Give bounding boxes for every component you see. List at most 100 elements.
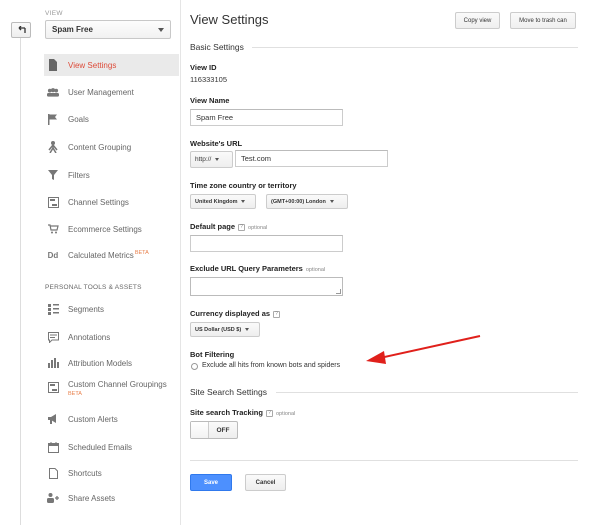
country-value: United Kingdom: [195, 198, 238, 205]
help-icon[interactable]: ?: [273, 311, 281, 318]
default-page-text: Default page: [190, 222, 236, 231]
timezone-label: Time zone country or territory: [190, 181, 297, 190]
channel-icon: [47, 196, 59, 208]
protocol-value: http://: [195, 156, 212, 163]
sidebar-item-label: Annotations: [68, 332, 111, 342]
sidebar-item-view-settings[interactable]: View Settings: [44, 54, 179, 76]
view-selector[interactable]: Spam Free: [45, 20, 171, 39]
sidebar-item-segments[interactable]: Segments: [44, 298, 179, 320]
view-id-value: 116333105: [190, 75, 227, 84]
sidebar-item-share-assets[interactable]: Share Assets: [44, 487, 179, 509]
timezone-value: (GMT+00:00) London: [271, 198, 326, 205]
exclude-params-field[interactable]: [190, 277, 343, 296]
page-title: View Settings: [190, 12, 269, 27]
view-label: VIEW: [45, 10, 63, 17]
sidebar-item-user-management[interactable]: User Management: [44, 81, 179, 103]
view-name-field[interactable]: Spam Free: [190, 109, 343, 126]
view-selector-value: Spam Free: [52, 25, 93, 34]
footer-divider: [190, 460, 578, 461]
sidebar-item-label: Content Grouping: [68, 142, 132, 152]
beta-badge: BETA: [134, 250, 149, 256]
sidebar-item-label: View Settings: [68, 60, 117, 70]
resize-handle-icon[interactable]: [336, 289, 341, 294]
sidebar-item-label: User Management: [68, 87, 134, 97]
segments-icon: [47, 303, 59, 315]
optional-tag: optional: [248, 225, 268, 231]
back-button[interactable]: [11, 22, 31, 38]
currency-text: Currency displayed as: [190, 309, 271, 318]
section-divider: [276, 392, 578, 393]
default-page-field[interactable]: [190, 235, 343, 252]
section-divider: [252, 47, 578, 48]
sidebar-item-label: Filters: [68, 170, 90, 180]
back-arrow-icon: [18, 26, 26, 33]
users-icon: [47, 86, 59, 98]
sidebar-item-label: Scheduled Emails: [68, 442, 133, 452]
currency-dropdown[interactable]: US Dollar (USD $): [190, 322, 260, 337]
website-url-label: Website's URL: [190, 139, 243, 148]
chevron-down-icon: [245, 328, 250, 331]
sidebar-item-label: Custom Channel Groupings: [68, 380, 167, 389]
basic-settings-heading: Basic Settings: [190, 42, 244, 52]
save-button[interactable]: Save: [190, 474, 232, 491]
sidebar-item-label: Custom Alerts: [68, 414, 118, 424]
toggle-state: OFF: [216, 426, 230, 434]
sidebar-divider: [180, 0, 181, 525]
sidebar-item-custom-alerts[interactable]: Custom Alerts: [44, 408, 179, 430]
person-icon: [47, 141, 59, 153]
document-icon: [47, 59, 59, 71]
rail-line: [20, 38, 21, 525]
sidebar-item-annotations[interactable]: Annotations: [44, 326, 179, 348]
sidebar-item-label: Attribution Models: [68, 358, 133, 368]
sidebar-item-attribution-models[interactable]: Attribution Models: [44, 352, 179, 374]
annotation-icon: [47, 331, 59, 343]
timezone-dropdown[interactable]: (GMT+00:00) London: [266, 194, 348, 209]
chevron-down-icon: [215, 158, 220, 161]
site-search-toggle[interactable]: OFF: [190, 421, 238, 439]
megaphone-icon: [47, 413, 59, 425]
sidebar-item-label: Channel Settings: [68, 197, 129, 207]
personal-tools-heading: PERSONAL TOOLS & ASSETS: [45, 284, 142, 291]
sidebar-item-goals[interactable]: Goals: [44, 108, 179, 130]
help-icon[interactable]: ?: [265, 410, 273, 417]
sidebar-item-label: Shortcuts: [68, 468, 102, 478]
funnel-icon: [47, 169, 59, 181]
chevron-down-icon: [329, 200, 334, 203]
exclude-params-text: Exclude URL Query Parameters: [190, 264, 303, 273]
sidebar-item-shortcuts[interactable]: Shortcuts: [44, 462, 179, 484]
bot-filtering-label: Bot Filtering: [190, 350, 235, 359]
beta-badge: BETA: [68, 391, 82, 397]
move-to-trash-button[interactable]: Move to trash can: [510, 12, 576, 29]
sidebar-item-content-grouping[interactable]: Content Grouping: [44, 136, 179, 158]
sidebar-item-ecommerce-settings[interactable]: Ecommerce Settings: [44, 218, 179, 240]
sidebar-item-calculated-metrics[interactable]: Dd Calculated Metrics BETA: [44, 244, 179, 266]
copy-view-button[interactable]: Copy view: [455, 12, 500, 29]
cart-icon: [47, 223, 59, 235]
exclude-params-label: Exclude URL Query Parameters optional: [190, 264, 325, 273]
sidebar-item-channel-settings[interactable]: Channel Settings: [44, 191, 179, 213]
currency-label: Currency displayed as?: [190, 309, 281, 318]
country-dropdown[interactable]: United Kingdom: [190, 194, 256, 209]
site-search-tracking-label: Site search Tracking? optional: [190, 408, 295, 417]
sidebar-item-label: Ecommerce Settings: [68, 224, 142, 234]
view-id-label: View ID: [190, 63, 217, 72]
calendar-icon: [47, 441, 59, 453]
dd-icon: Dd: [47, 250, 59, 260]
sidebar-item-label: Goals: [68, 114, 89, 124]
sidebar-item-scheduled-emails[interactable]: Scheduled Emails: [44, 436, 179, 458]
chevron-down-icon: [158, 27, 164, 32]
default-page-label: Default page? optional: [190, 222, 267, 231]
sidebar-item-label: Share Assets: [68, 493, 116, 503]
cancel-button[interactable]: Cancel: [245, 474, 286, 491]
bot-filtering-text[interactable]: Exclude all hits from known bots and spi…: [202, 362, 340, 369]
bot-filtering-checkbox[interactable]: [191, 363, 198, 370]
channel-icon: [47, 381, 59, 393]
view-name-label: View Name: [190, 96, 230, 105]
website-url-field[interactable]: Test.com: [235, 150, 388, 167]
optional-tag: optional: [305, 267, 326, 273]
sidebar-item-filters[interactable]: Filters: [44, 164, 179, 186]
site-search-heading: Site Search Settings: [190, 387, 268, 397]
help-icon[interactable]: ?: [238, 224, 246, 231]
protocol-dropdown[interactable]: http://: [190, 151, 233, 168]
sidebar-item-custom-channel-groupings[interactable]: Custom Channel Groupings BETA: [44, 378, 179, 404]
